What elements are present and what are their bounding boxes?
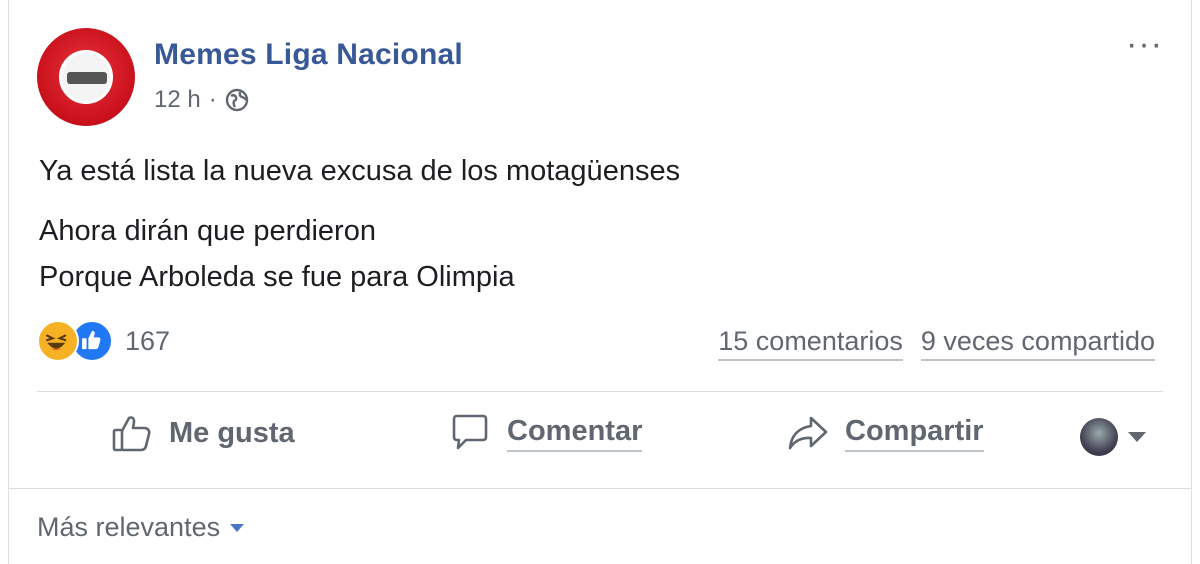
chevron-down-icon xyxy=(1128,432,1146,442)
share-arrow-icon xyxy=(788,416,828,450)
chevron-down-icon xyxy=(230,523,245,532)
more-options-icon[interactable]: ··· xyxy=(1126,27,1163,61)
page-avatar[interactable] xyxy=(37,28,135,126)
comments-sort-dropdown[interactable]: Más relevantes xyxy=(37,512,245,543)
comment-button[interactable]: Comentar xyxy=(447,410,643,456)
comments-count-link[interactable]: 15 comentarios xyxy=(718,326,903,361)
globe-icon[interactable] xyxy=(225,88,249,112)
comment-button-label: Comentar xyxy=(507,415,643,452)
post-body: Ya está lista la nueva excusa de los mot… xyxy=(39,148,1139,300)
divider xyxy=(9,488,1191,489)
comment-bubble-icon xyxy=(452,414,488,450)
share-button[interactable]: Compartir xyxy=(785,410,984,456)
divider xyxy=(37,391,1163,392)
reaction-as-selector[interactable] xyxy=(1080,418,1146,456)
thumbs-up-icon xyxy=(112,416,151,452)
post-text-line: Ahora dirán que perdieron xyxy=(39,215,376,247)
page-name-link[interactable]: Memes Liga Nacional xyxy=(154,38,463,72)
reactions-summary[interactable]: 167 xyxy=(37,320,170,362)
comments-sort-label: Más relevantes xyxy=(37,512,221,542)
action-bar: Me gusta Comentar Compartir xyxy=(37,410,1163,468)
post-card: Memes Liga Nacional 12 h · ··· Ya está l… xyxy=(8,0,1192,564)
post-text-line: Porque Arboleda se fue para Olimpia xyxy=(39,261,515,293)
share-button-label: Compartir xyxy=(845,415,984,452)
meta-separator: · xyxy=(208,86,217,113)
post-text-line: Ya está lista la nueva excusa de los mot… xyxy=(39,155,681,187)
like-button-label: Me gusta xyxy=(169,416,295,449)
like-button[interactable]: Me gusta xyxy=(109,410,295,456)
page-logo-band xyxy=(67,72,107,84)
haha-icon xyxy=(37,320,79,362)
shares-count-link[interactable]: 9 veces compartido xyxy=(920,326,1155,361)
post-timestamp[interactable]: 12 h xyxy=(154,86,201,114)
user-avatar xyxy=(1080,418,1118,456)
reaction-count: 167 xyxy=(125,325,171,356)
engagement-counts: 15 comentarios 9 veces compartido xyxy=(718,326,1155,361)
post-meta: 12 h · xyxy=(154,86,249,114)
